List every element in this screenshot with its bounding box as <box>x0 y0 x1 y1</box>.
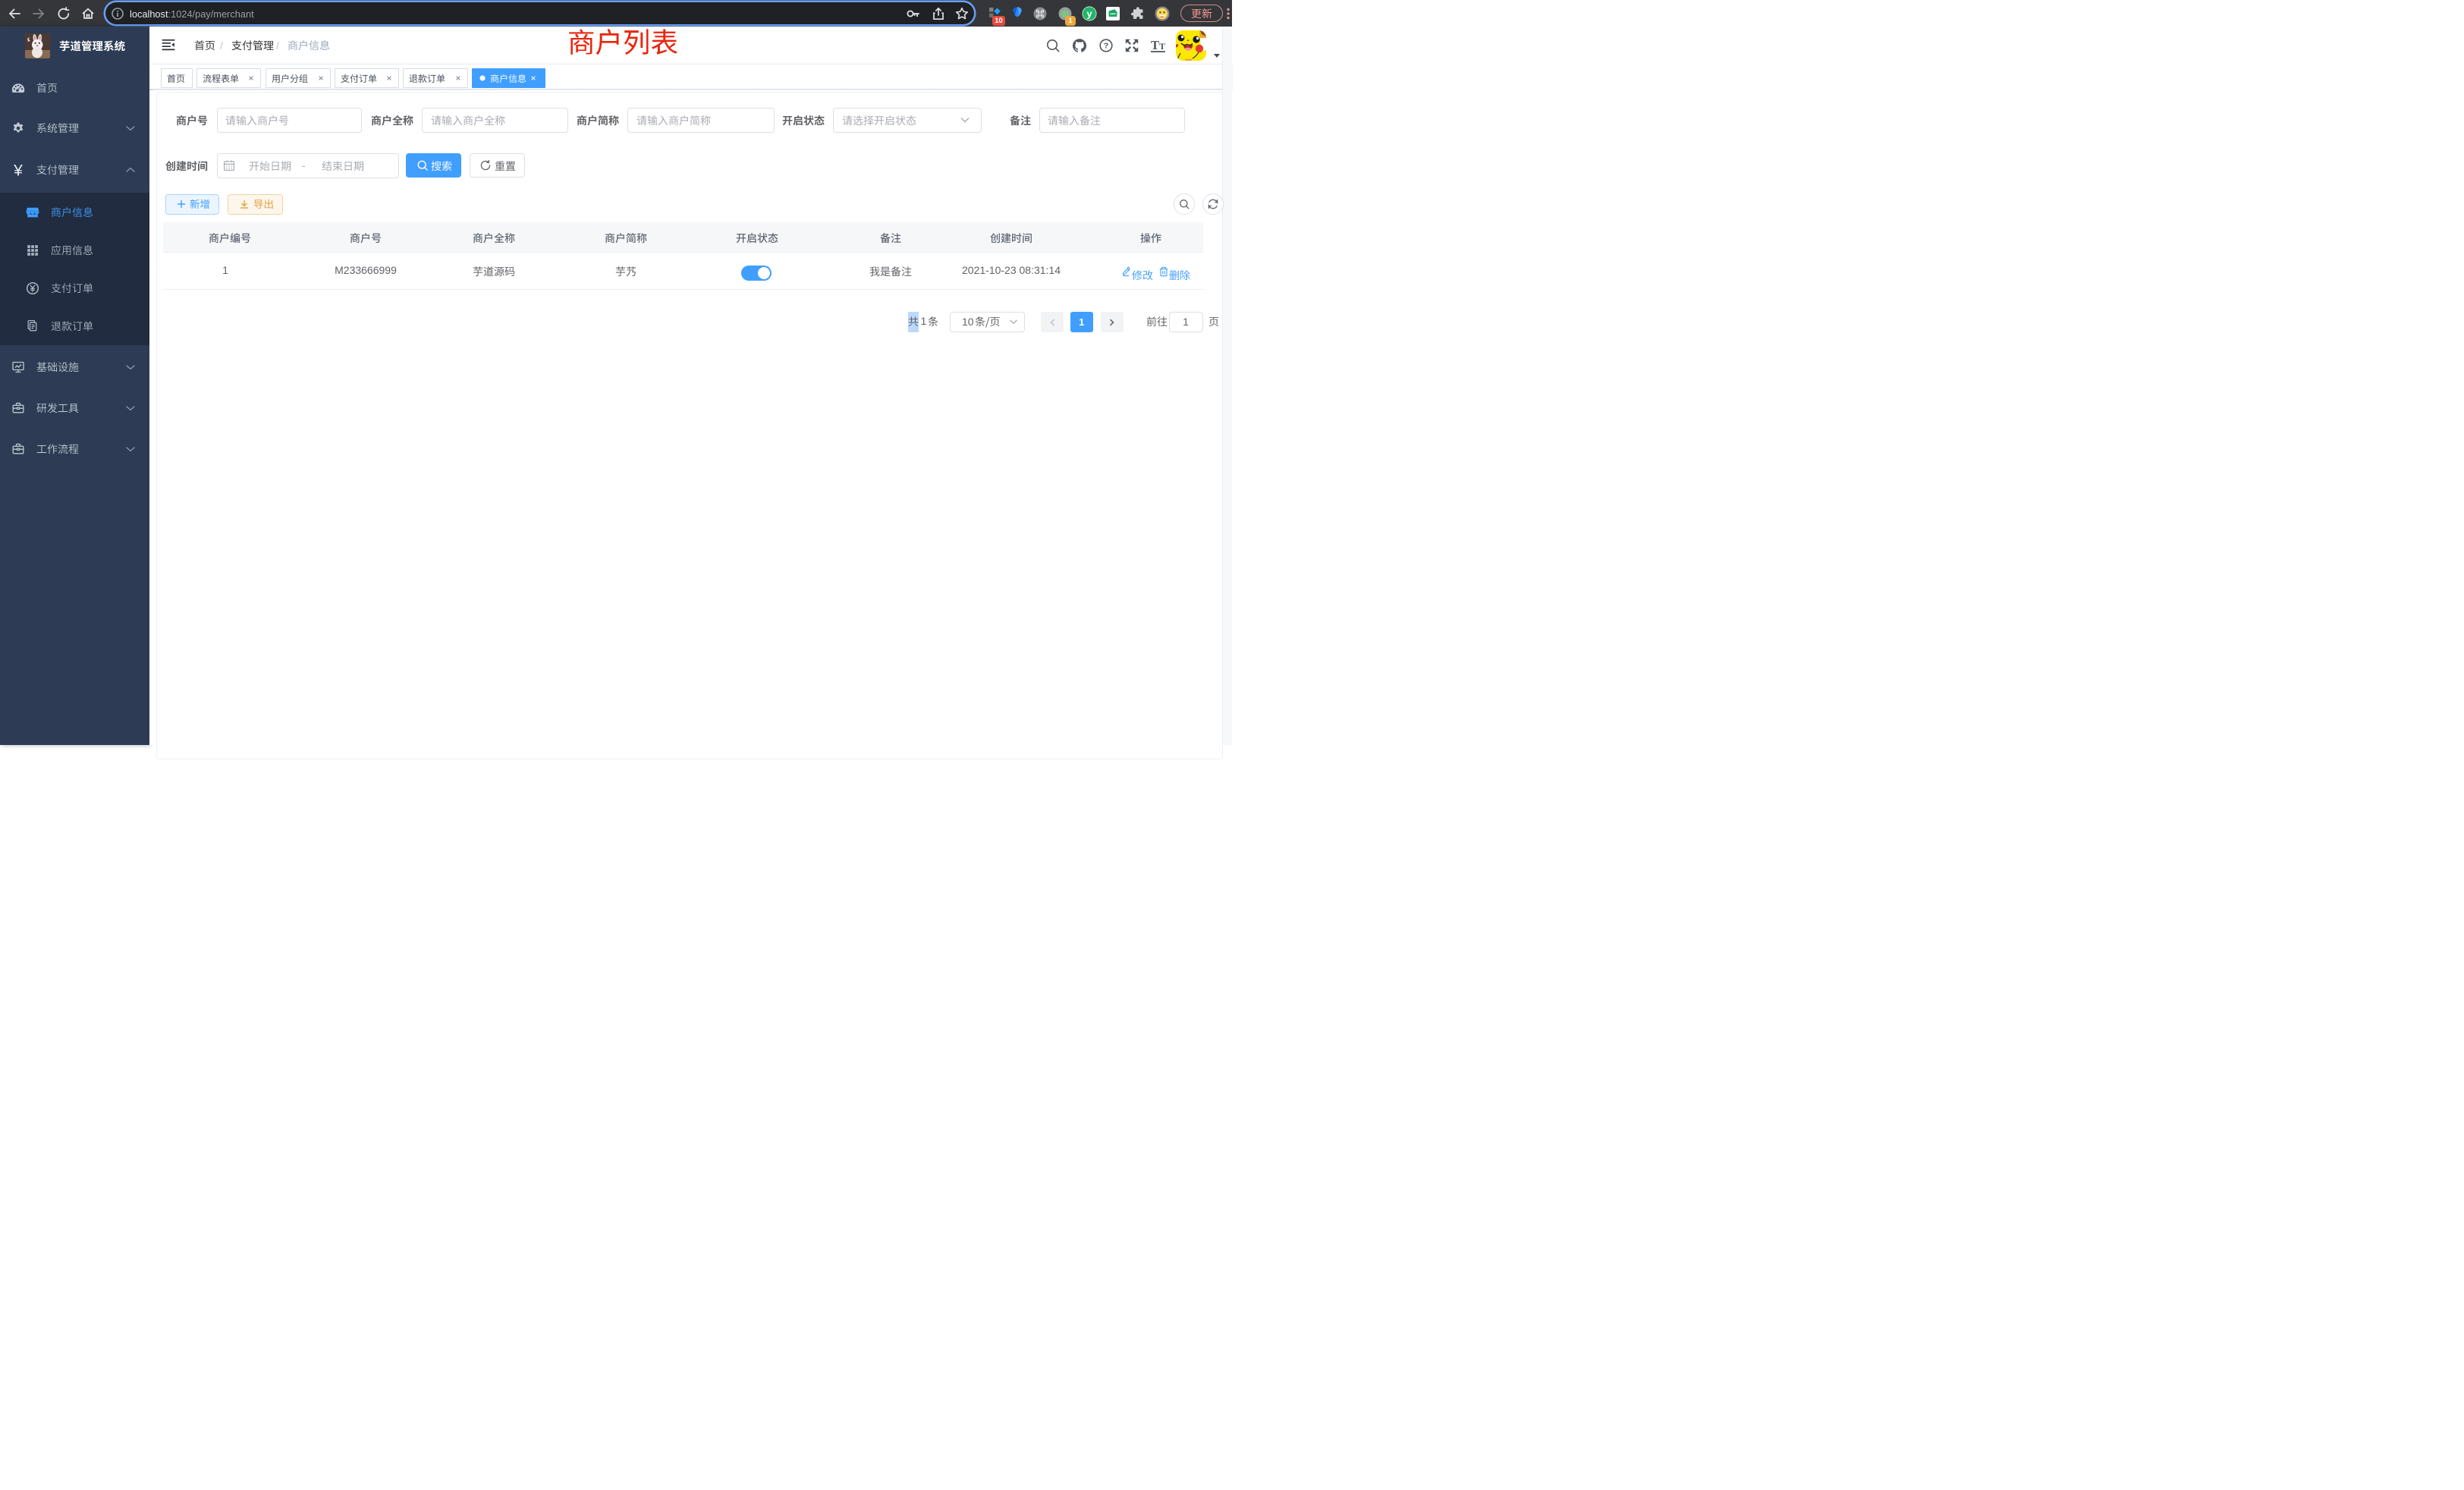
svg-text:T: T <box>1151 38 1159 52</box>
svg-text:¥: ¥ <box>13 162 23 180</box>
svg-text:y: y <box>1086 8 1092 19</box>
svg-text:?: ? <box>1104 42 1108 51</box>
svg-text:T: T <box>1159 41 1165 52</box>
